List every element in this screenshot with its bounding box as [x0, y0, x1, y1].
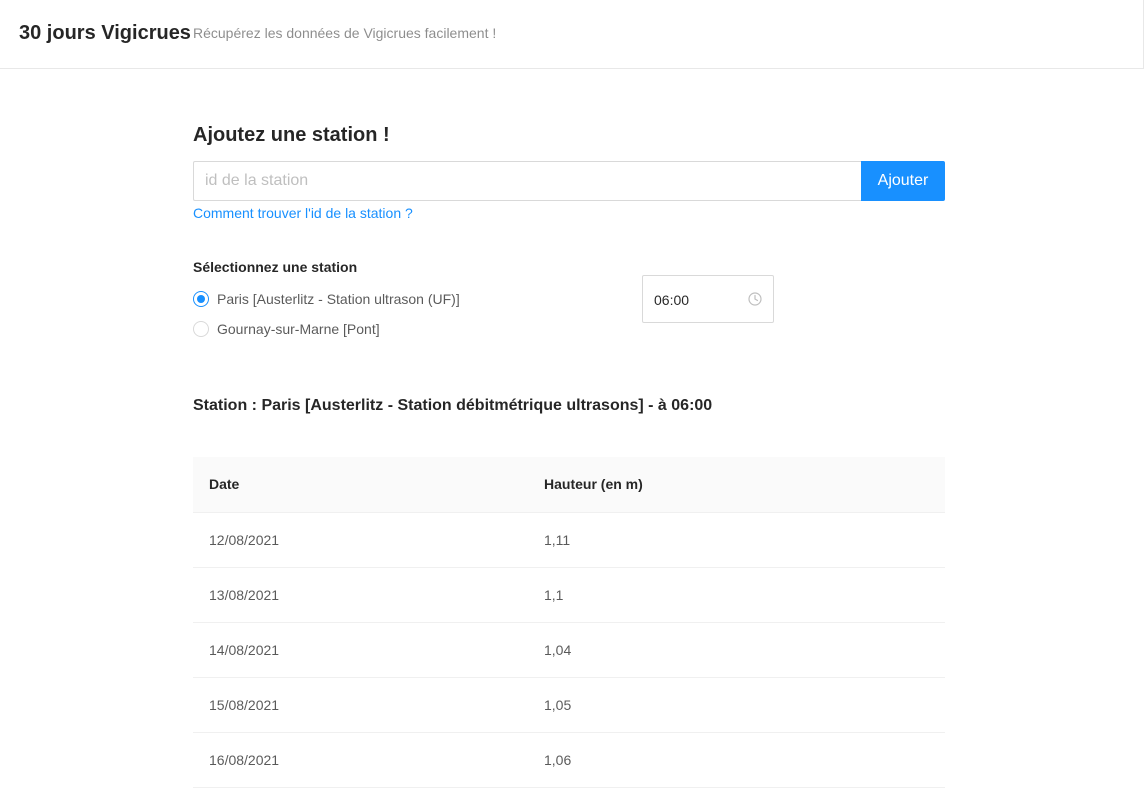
clock-icon: [748, 292, 762, 306]
data-table: Date Hauteur (en m) 12/08/2021 1,11 13/0…: [193, 457, 945, 788]
table-header-row: Date Hauteur (en m): [193, 457, 945, 513]
cell-height: 1,05: [528, 677, 945, 733]
station-radio-label: Gournay-sur-Marne [Pont]: [217, 321, 380, 337]
station-heading: Station : Paris [Austerlitz - Station dé…: [193, 397, 713, 414]
table-row: 14/08/2021 1,04: [193, 622, 945, 678]
table-row: 13/08/2021 1,1: [193, 567, 945, 623]
app-subtitle: Récupérez les données de Vigicrues facil…: [193, 25, 497, 41]
table-row: 16/08/2021 1,06: [193, 732, 945, 788]
cell-date: 16/08/2021: [193, 732, 528, 788]
cell-height: 1,11: [528, 512, 945, 568]
column-header-date[interactable]: Date: [193, 457, 528, 513]
cell-date: 15/08/2021: [193, 677, 528, 733]
add-station-button[interactable]: Ajouter: [861, 161, 945, 201]
station-radio-paris[interactable]: Paris [Austerlitz - Station ultrason (UF…: [193, 289, 460, 309]
add-station-form: Ajouter: [193, 161, 945, 201]
cell-date: 14/08/2021: [193, 622, 528, 678]
add-station-title: Ajoutez une station !: [193, 124, 390, 146]
table-row: 12/08/2021 1,11: [193, 512, 945, 568]
help-link[interactable]: Comment trouver l'id de la station ?: [193, 204, 413, 222]
cell-height: 1,06: [528, 732, 945, 788]
station-radio-label: Paris [Austerlitz - Station ultrason (UF…: [217, 291, 460, 307]
station-radio-gournay[interactable]: Gournay-sur-Marne [Pont]: [193, 319, 380, 339]
table-row: 15/08/2021 1,05: [193, 677, 945, 733]
cell-date: 12/08/2021: [193, 512, 528, 568]
radio-checked-icon[interactable]: [193, 291, 209, 307]
time-value: 06:00: [654, 292, 690, 308]
time-picker[interactable]: 06:00: [642, 275, 774, 323]
cell-height: 1,1: [528, 567, 945, 623]
column-header-height[interactable]: Hauteur (en m): [528, 457, 945, 513]
page-header: 30 jours Vigicrues Récupérez les données…: [0, 0, 1144, 69]
select-station-label: Sélectionnez une station: [193, 259, 358, 275]
app-title: 30 jours Vigicrues: [19, 22, 191, 44]
radio-unchecked-icon[interactable]: [193, 321, 209, 337]
cell-height: 1,04: [528, 622, 945, 678]
cell-date: 13/08/2021: [193, 567, 528, 623]
station-id-input[interactable]: [193, 161, 861, 201]
